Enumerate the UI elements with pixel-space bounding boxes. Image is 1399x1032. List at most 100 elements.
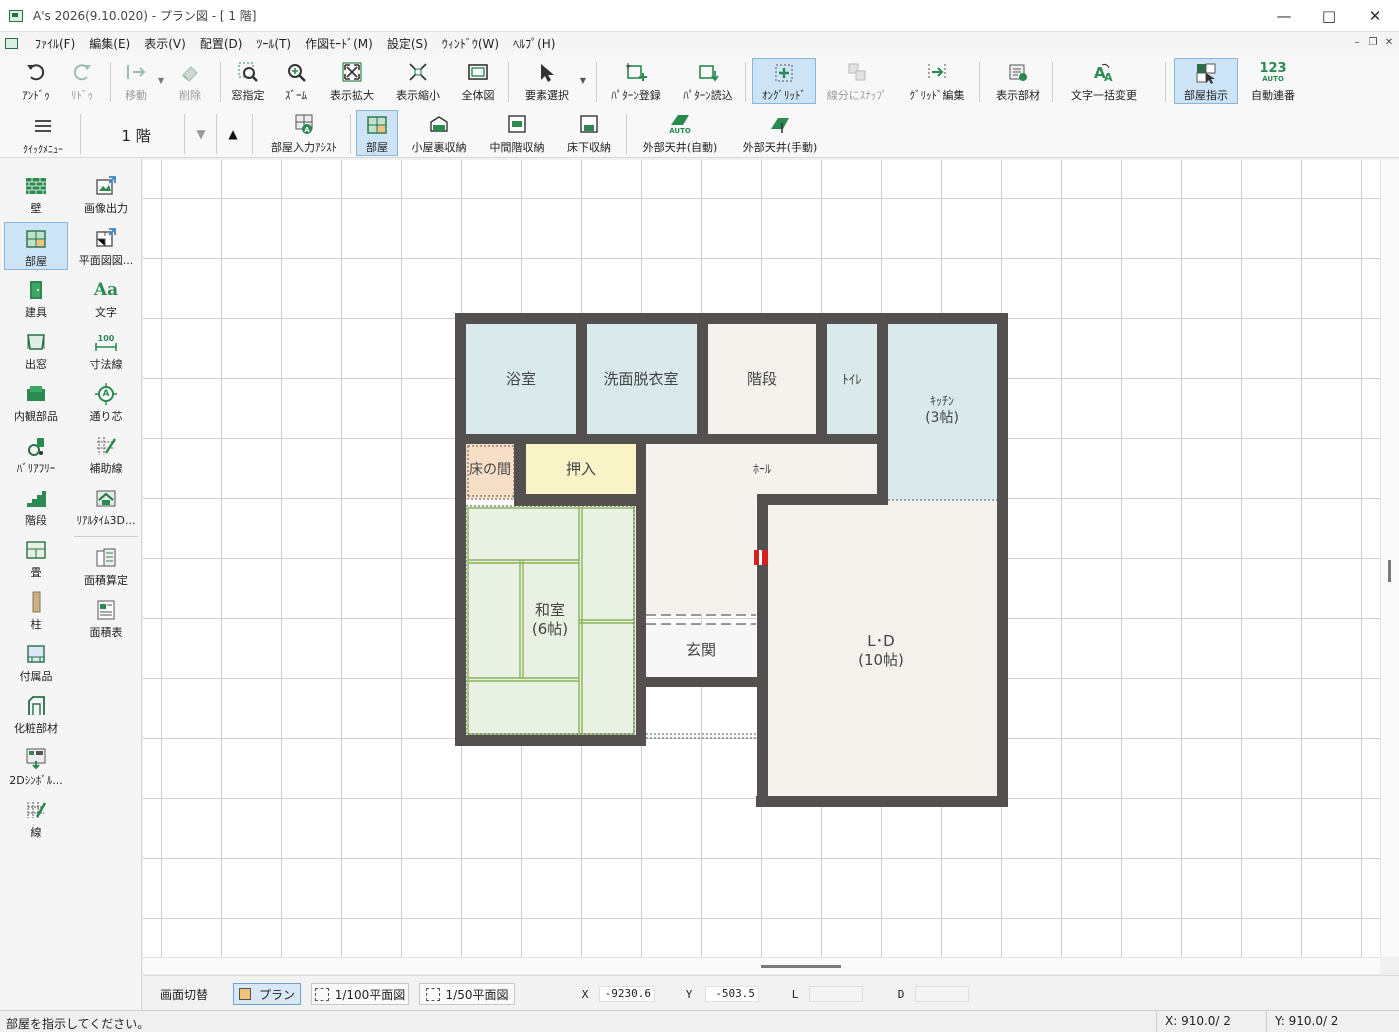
text-replace-button[interactable]: AA 文字一括変更 — [1062, 58, 1146, 104]
area-table-tool[interactable]: 面積表 — [72, 594, 140, 642]
y-coordinate: -503.5 — [705, 986, 759, 1002]
grid-edit-button[interactable]: ｸﾞﾘｯﾄﾞ編集 — [904, 58, 970, 104]
document-icon[interactable] — [5, 37, 18, 49]
decorative-parts-tool[interactable]: 化粧部材 — [4, 690, 68, 738]
stairs-tool[interactable]: 階段 — [4, 482, 68, 530]
plan-tab[interactable]: プラン — [233, 983, 301, 1005]
column-tool[interactable]: 柱 — [4, 586, 68, 634]
room-point-button[interactable]: 部屋指示 — [1174, 58, 1238, 104]
auto-number-button[interactable]: 123 AUTO 自動連番 — [1244, 58, 1302, 104]
select-dropdown[interactable]: ▼ — [577, 58, 589, 104]
display-parts-button[interactable]: 表示部材 — [990, 58, 1046, 104]
label-stairs: 階段 — [747, 370, 777, 388]
move-button[interactable]: 移動 — [114, 58, 158, 104]
room-hall-lower[interactable] — [646, 494, 756, 614]
hamburger-icon — [31, 114, 55, 138]
menu-file[interactable]: ﾌｧｲﾙ(F) — [28, 35, 82, 52]
fitting-tool[interactable]: 建具 — [4, 274, 68, 322]
zoom-button[interactable]: ｽﾞｰﾑ — [274, 58, 318, 104]
separator — [596, 62, 597, 102]
mdi-restore-icon[interactable]: ❐ — [1367, 37, 1379, 49]
menu-place[interactable]: 配置(D) — [193, 35, 250, 52]
realtime-3d-tool[interactable]: ﾘｱﾙﾀｲﾑ3D... — [72, 482, 140, 530]
window-zoom-button[interactable]: 窓指定 — [226, 58, 270, 104]
wheelchair-icon — [25, 435, 47, 457]
menu-help[interactable]: ﾍﾙﾌﾟ(H) — [506, 35, 562, 52]
label-toilet: ﾄｲﾚ — [842, 373, 862, 388]
grid-axis-tool[interactable]: A 通り芯 — [72, 378, 140, 426]
plan-icon — [238, 988, 251, 1000]
move-dropdown[interactable]: ▼ — [156, 58, 166, 104]
zoom-out-button[interactable]: 表示縮小 — [392, 58, 444, 104]
stairs-icon — [25, 487, 47, 509]
menu-view[interactable]: 表示(V) — [137, 35, 193, 52]
tatami-tool[interactable]: 畳 — [4, 534, 68, 582]
pattern-load-button[interactable]: ﾊﾟﾀｰﾝ読込 — [678, 58, 738, 104]
scroll-thumb[interactable] — [761, 965, 841, 968]
interior-parts-tool[interactable]: 内観部品 — [4, 378, 68, 426]
text-tool[interactable]: Aa 文字 — [72, 274, 140, 322]
floor-plan-drawing-tool[interactable]: 平面図図... — [72, 222, 140, 270]
vertical-scrollbar[interactable] — [1380, 160, 1399, 957]
menu-edit[interactable]: 編集(E) — [82, 35, 137, 52]
mdi-close-icon[interactable]: ✕ — [1383, 37, 1395, 49]
element-select-button[interactable]: 要素選択 — [520, 58, 574, 104]
quick-menu-button[interactable]: ｸｲｯｸﾒﾆｭｰ — [12, 112, 74, 158]
redo-button[interactable]: ﾘﾄﾞｩ — [60, 58, 104, 104]
mdi-minimize-icon[interactable]: – — [1351, 37, 1363, 49]
accessory-tool[interactable]: 付属品 — [4, 638, 68, 686]
triangle-down-icon: ▼ — [196, 127, 206, 141]
floor-plan[interactable]: 浴室 洗面脱衣室 階段 ﾄｲﾚ ｷｯﾁﾝ (3帖) 床の間 押入 ﾎｰﾙ 和室 … — [143, 160, 1380, 957]
pattern-register-button[interactable]: ﾊﾟﾀｰﾝ登録 — [606, 58, 666, 104]
delete-button[interactable]: 削除 — [168, 58, 212, 104]
menu-window[interactable]: ｳｨﾝﾄﾞｳ(W) — [435, 35, 506, 52]
line-tool[interactable]: 線 — [4, 794, 68, 842]
room-tool[interactable]: 部屋 — [4, 222, 68, 270]
room-button[interactable]: 部屋 — [356, 110, 398, 156]
menu-settings[interactable]: 設定(S) — [380, 35, 435, 52]
app-icon — [9, 9, 23, 22]
full-view-button[interactable]: 全体図 — [456, 58, 500, 104]
bay-window-tool[interactable]: 出窓 — [4, 326, 68, 374]
underfloor-storage-button[interactable]: 床下収納 — [560, 110, 618, 156]
plan-50-tab[interactable]: 1/50平面図 — [419, 983, 515, 1005]
floor-label: 1 階 — [121, 127, 151, 145]
on-grid-icon — [772, 61, 796, 84]
auxiliary-line-tool[interactable]: 補助線 — [72, 430, 140, 478]
l-label: L — [791, 987, 799, 1001]
outer-ceiling-manual-button[interactable]: 外部天井(手動) — [736, 110, 824, 156]
horizontal-scrollbar[interactable] — [143, 957, 1380, 974]
dimension-tool[interactable]: 100 寸法線 — [72, 326, 140, 374]
area-calculation-tool[interactable]: 面積算定 — [72, 542, 140, 590]
grid-edit-icon — [925, 60, 949, 84]
barrier-free-tool[interactable]: ﾊﾞﾘｱﾌﾘｰ — [4, 430, 68, 478]
mid-floor-storage-button[interactable]: 中間階収納 — [484, 110, 550, 156]
minimize-icon[interactable]: — — [1261, 0, 1307, 32]
image-output-tool[interactable]: 画像出力 — [72, 170, 140, 218]
text-replace-icon: AA — [1092, 60, 1116, 84]
drawing-canvas[interactable]: 浴室 洗面脱衣室 階段 ﾄｲﾚ ｷｯﾁﾝ (3帖) 床の間 押入 ﾎｰﾙ 和室 … — [143, 160, 1380, 957]
menu-tools[interactable]: ﾂｰﾙ(T) — [249, 35, 298, 52]
floor-up-button[interactable]: ▲ — [222, 124, 244, 144]
outer-ceiling-auto-button[interactable]: AUTO 外部天井(自動) — [636, 110, 724, 156]
attic-storage-icon — [427, 112, 451, 136]
l-value — [809, 986, 863, 1002]
scroll-thumb[interactable] — [1388, 560, 1391, 582]
room-assist-button[interactable]: A 部屋入力ｱｼｽﾄ — [264, 110, 344, 156]
zoom-in-button[interactable]: 表示拡大 — [326, 58, 378, 104]
pillar-icon — [25, 591, 47, 613]
floor-down-button[interactable]: ▼ — [190, 124, 212, 144]
plan-100-tab[interactable]: 1/100平面図 — [311, 983, 409, 1005]
2d-symbol-tool[interactable]: 2Dｼﾝﾎﾞﾙ... — [4, 742, 68, 790]
undo-button[interactable]: ｱﾝﾄﾞｩ — [14, 58, 58, 104]
close-icon[interactable]: ✕ — [1352, 0, 1398, 32]
on-grid-button[interactable]: ｵﾝｸﾞﾘｯﾄﾞ — [752, 58, 816, 104]
d-label: D — [897, 987, 905, 1001]
maximize-icon[interactable]: □ — [1306, 0, 1352, 32]
wall-tool[interactable]: 壁 — [4, 170, 68, 218]
title-bar: A's 2026(9.10.020) - プラン図 - [ 1 階] — □ ✕ — [0, 0, 1399, 32]
attic-storage-button[interactable]: 小屋裏収納 — [406, 110, 472, 156]
display-parts-icon — [1006, 60, 1030, 84]
menu-draw-mode[interactable]: 作図ﾓｰﾄﾞ(M) — [298, 35, 380, 52]
snap-line-button[interactable]: 線分にｽﾅｯﾌﾟ — [824, 58, 890, 104]
